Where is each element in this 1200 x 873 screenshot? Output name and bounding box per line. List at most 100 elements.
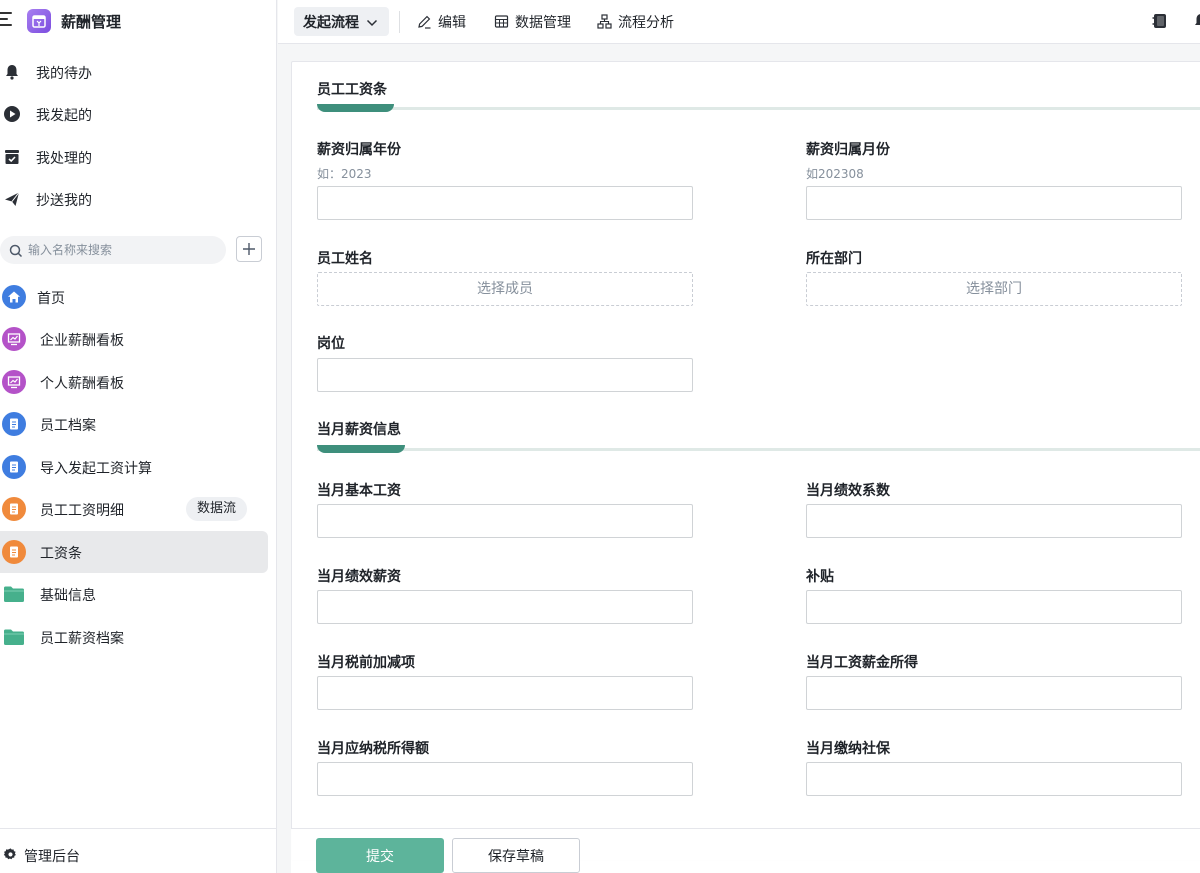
launch-process-button[interactable]: 发起流程 <box>294 7 389 36</box>
nav-item-label: 导入发起工资计算 <box>40 461 152 477</box>
form-panel: 员工工资条 薪资归属年份 如：2023 薪资归属月份 如202308 员工姓名 … <box>291 61 1200 861</box>
nav-item-label: 员工档案 <box>40 418 96 434</box>
nav-item-import-payroll[interactable]: 导入发起工资计算 <box>0 446 268 488</box>
section-title: 员工工资条 <box>317 82 387 98</box>
nav-item-label: 基础信息 <box>40 588 96 604</box>
search-input[interactable] <box>28 240 218 260</box>
dataflow-badge[interactable]: 数据流 <box>186 497 248 521</box>
nav-item-home[interactable]: 首页 <box>0 276 268 318</box>
field-label: 岗位 <box>317 336 345 352</box>
chevron-down-icon <box>365 15 379 29</box>
nav-item-label: 工资条 <box>40 546 82 562</box>
field-label: 当月税前加减项 <box>317 655 415 671</box>
form-icon <box>2 497 26 521</box>
nav-item-label: 首页 <box>37 291 65 307</box>
salary-month-input[interactable] <box>806 186 1182 220</box>
admin-console-link[interactable]: 管理后台 <box>24 846 80 866</box>
field-hint: 如：2023 <box>317 167 372 181</box>
social-insurance-input[interactable] <box>806 762 1182 796</box>
quick-nav-initiated[interactable]: 我发起的 <box>0 96 277 132</box>
toolbar-divider <box>399 11 400 33</box>
salary-year-input[interactable] <box>317 186 693 220</box>
dashboard-icon <box>2 327 26 351</box>
sidebar-footer: 管理后台 <box>0 828 277 873</box>
field-hint: 如202308 <box>806 167 864 181</box>
data-management-label: 数据管理 <box>515 15 571 31</box>
quick-nav-cc[interactable]: 抄送我的 <box>0 181 277 217</box>
subsidy-input[interactable] <box>806 590 1182 624</box>
folder-icon <box>2 625 26 649</box>
taxable-income-input[interactable] <box>317 762 693 796</box>
notebook-icon[interactable] <box>1151 12 1169 30</box>
bell-icon <box>3 63 21 81</box>
quick-nav-todo[interactable]: 我的待办 <box>0 54 277 90</box>
department-picker[interactable]: 选择部门 <box>806 272 1182 306</box>
sidebar: 薪酬管理 我的待办 我发起的 我处理的 抄送我的 输入名称来搜索 首页 企业薪酬… <box>0 0 277 873</box>
nav-item-label: 员工工资明细 <box>40 503 124 519</box>
section-divider <box>317 448 1200 451</box>
field-label: 薪资归属月份 <box>806 142 890 158</box>
field-label: 当月绩效薪资 <box>317 569 401 585</box>
field-label: 当月应纳税所得额 <box>317 741 429 757</box>
section-divider <box>317 107 1200 110</box>
table-icon <box>494 14 509 29</box>
launch-process-label: 发起流程 <box>303 15 359 31</box>
nav-item-label: 员工薪资档案 <box>40 631 124 647</box>
gear-icon <box>3 847 18 862</box>
submit-button[interactable]: 提交 <box>316 838 444 873</box>
nav-item-salary-detail[interactable]: 员工工资明细 数据流 <box>0 488 268 530</box>
folder-icon <box>2 582 26 606</box>
quick-nav-handled[interactable]: 我处理的 <box>0 139 277 175</box>
process-analysis-label: 流程分析 <box>618 15 674 31</box>
salary-income-input[interactable] <box>806 676 1182 710</box>
nav-item-payslip[interactable]: 工资条 <box>0 531 268 573</box>
menu-icon[interactable] <box>0 12 14 26</box>
app-header: 薪酬管理 <box>0 0 277 42</box>
position-input[interactable] <box>317 358 693 392</box>
edit-label: 编辑 <box>438 15 466 31</box>
nav-item-personal-dashboard[interactable]: 个人薪酬看板 <box>0 361 268 403</box>
form-icon <box>2 540 26 564</box>
nav-item-salary-archive[interactable]: 员工薪资档案 <box>0 616 268 658</box>
form-action-bar: 提交 保存草稿 <box>291 828 1200 873</box>
quick-nav-label: 我发起的 <box>36 108 92 124</box>
performance-coefficient-input[interactable] <box>806 504 1182 538</box>
field-label: 薪资归属年份 <box>317 142 401 158</box>
field-label: 当月绩效系数 <box>806 483 890 499</box>
bell-icon[interactable] <box>1192 12 1200 30</box>
field-label: 当月基本工资 <box>317 483 401 499</box>
inbox-check-icon <box>3 148 21 166</box>
toolbar: 发起流程 编辑 数据管理 流程分析 <box>278 0 1200 44</box>
app-title: 薪酬管理 <box>61 13 122 31</box>
base-salary-input[interactable] <box>317 504 693 538</box>
form-icon <box>2 455 26 479</box>
field-label: 补贴 <box>806 569 834 585</box>
field-label: 所在部门 <box>806 251 862 267</box>
pencil-icon <box>417 14 432 29</box>
field-label: 员工姓名 <box>317 251 373 267</box>
save-draft-button[interactable]: 保存草稿 <box>452 838 580 873</box>
home-icon <box>2 285 26 309</box>
member-picker[interactable]: 选择成员 <box>317 272 693 306</box>
section-title: 当月薪资信息 <box>317 422 401 438</box>
field-label: 当月缴纳社保 <box>806 741 890 757</box>
nav-item-label: 个人薪酬看板 <box>40 376 124 392</box>
section-accent-bar <box>317 104 394 112</box>
flow-icon <box>597 14 612 29</box>
pretax-adjustment-input[interactable] <box>317 676 693 710</box>
search-icon <box>9 243 23 258</box>
dashboard-icon <box>2 370 26 394</box>
search-box <box>0 236 226 264</box>
quick-nav-label: 我的待办 <box>36 66 92 82</box>
nav-item-label: 企业薪酬看板 <box>40 333 124 349</box>
add-button[interactable] <box>236 236 262 262</box>
plus-icon <box>243 243 255 255</box>
nav-item-basic-info[interactable]: 基础信息 <box>0 573 268 615</box>
nav-item-employee-records[interactable]: 员工档案 <box>0 403 268 445</box>
performance-salary-input[interactable] <box>317 590 693 624</box>
send-icon <box>3 190 21 208</box>
play-circle-icon <box>3 105 21 123</box>
nav-item-company-dashboard[interactable]: 企业薪酬看板 <box>0 318 268 360</box>
field-label: 当月工资薪金所得 <box>806 655 918 671</box>
quick-nav-label: 抄送我的 <box>36 193 92 209</box>
